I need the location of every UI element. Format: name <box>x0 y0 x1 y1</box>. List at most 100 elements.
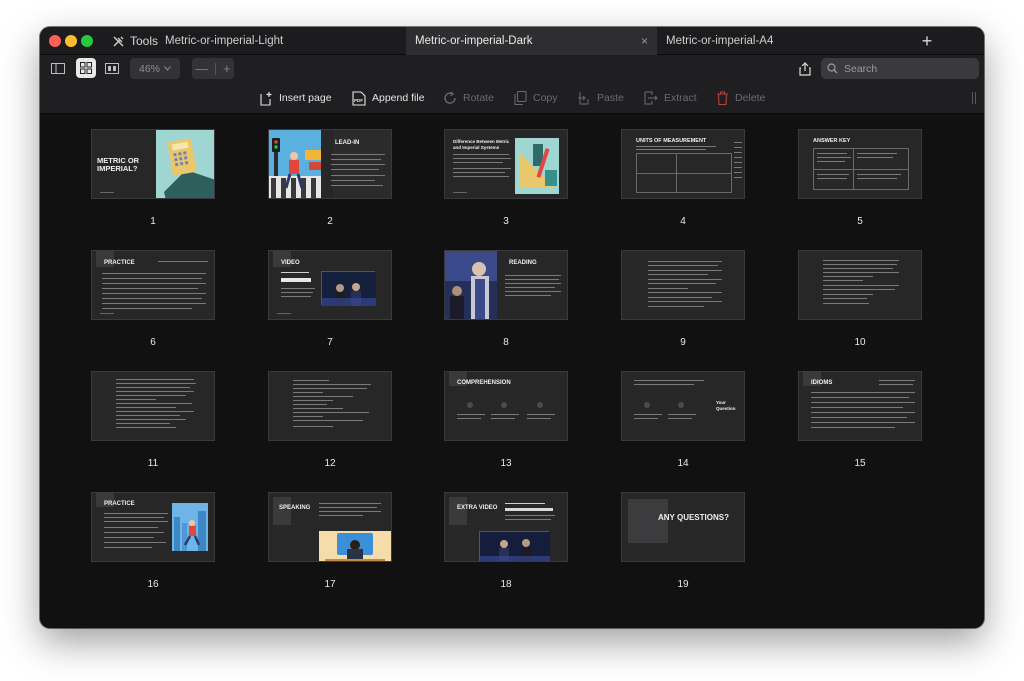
page-actions-toolbar: Insert page PDF Append file Rotate Copy … <box>40 83 984 114</box>
slide-title: METRIC OR IMPERIAL? <box>97 156 140 173</box>
page-thumbnail-17[interactable]: SPEAKING <box>268 492 392 562</box>
video-thumbnail <box>321 271 376 306</box>
app-window: Tools Metric-or-imperial-Light Metric-or… <box>40 27 984 628</box>
slide-title: EXTRA VIDEO <box>457 505 498 511</box>
page-number: 13 <box>500 458 512 469</box>
page-thumbnail-18[interactable]: EXTRA VIDEO <box>444 492 568 562</box>
page-thumbnail-4[interactable]: UNITS OF MEASUREMENT <box>621 129 745 199</box>
page-thumbnail-6[interactable]: PRACTICE <box>91 250 215 320</box>
zoom-stepper[interactable]: — + <box>192 58 234 79</box>
paste-button[interactable]: Paste <box>577 87 624 109</box>
page-number: 5 <box>857 216 863 227</box>
delete-label: Delete <box>735 92 766 104</box>
zoom-out-button[interactable]: — <box>195 61 208 76</box>
single-page-icon <box>105 62 119 74</box>
share-icon <box>799 62 811 76</box>
page-grid: METRIC OR IMPERIAL? 1 LEAD-IN 2 Differen… <box>40 115 984 628</box>
tab-label: Metric-or-imperial-Dark <box>415 35 533 47</box>
close-tab-icon[interactable]: × <box>641 34 648 48</box>
page-thumbnail-12[interactable] <box>268 371 392 441</box>
trash-icon <box>717 91 728 105</box>
copy-button[interactable]: Copy <box>514 87 558 109</box>
zoom-select[interactable]: 46% <box>130 58 180 79</box>
zoom-in-button[interactable]: + <box>223 61 231 76</box>
tools-label: Tools <box>130 34 159 48</box>
close-window-button[interactable] <box>49 35 61 47</box>
grid-icon <box>80 62 92 74</box>
search-placeholder: Search <box>844 62 878 75</box>
page-number: 12 <box>324 458 336 469</box>
page-thumbnail-7[interactable]: VIDEO <box>268 250 392 320</box>
copy-label: Copy <box>533 92 558 104</box>
ruler-illustration <box>515 138 559 194</box>
page-number: 2 <box>327 216 333 227</box>
sidebar-icon <box>51 62 65 74</box>
copy-icon <box>514 91 527 105</box>
tab-label: Metric-or-imperial-Light <box>165 35 284 47</box>
search-input[interactable]: Search <box>821 58 979 79</box>
page-view-button[interactable] <box>102 58 122 78</box>
page-number: 15 <box>854 458 866 469</box>
page-number: 19 <box>677 579 689 590</box>
page-thumbnail-8[interactable]: READING <box>444 250 568 320</box>
page-number: 9 <box>680 337 686 348</box>
tab-metric-or-imperial-a4[interactable]: Metric-or-imperial-A4 <box>656 27 906 55</box>
page-number: 11 <box>147 458 159 469</box>
search-icon <box>827 63 838 74</box>
tools-icon <box>112 35 125 48</box>
extract-label: Extract <box>664 92 697 104</box>
crosswalk-illustration <box>269 130 321 198</box>
page-number: 16 <box>147 579 159 590</box>
slide-title: SPEAKING <box>279 505 311 511</box>
sidebar-toggle-button[interactable] <box>48 58 68 78</box>
tab-metric-or-imperial-light[interactable]: Metric-or-imperial-Light <box>156 27 406 55</box>
insert-page-icon <box>260 91 272 106</box>
insert-page-label: Insert page <box>279 92 332 104</box>
page-thumbnail-2[interactable]: LEAD-IN <box>268 129 392 199</box>
page-number: 1 <box>150 216 156 227</box>
delete-button[interactable]: Delete <box>716 87 765 109</box>
extract-icon <box>644 91 658 105</box>
slide-title: ANSWER KEY <box>813 138 851 144</box>
slide-title: IDIOMS <box>811 380 833 386</box>
page-number: 3 <box>503 216 509 227</box>
slide-title: COMPREHENSION <box>457 380 511 386</box>
new-tab-button[interactable]: + <box>916 30 938 52</box>
page-thumbnail-3[interactable]: Difference Between Metric and Imperial S… <box>444 129 568 199</box>
page-thumbnail-14[interactable]: Your Question <box>621 371 745 441</box>
pdf-icon: PDF <box>352 90 366 106</box>
reading-photo <box>445 251 497 319</box>
page-thumbnail-1[interactable]: METRIC OR IMPERIAL? <box>91 129 215 199</box>
page-thumbnail-16[interactable]: PRACTICE <box>91 492 215 562</box>
slide-title: PRACTICE <box>104 501 135 507</box>
insert-page-button[interactable]: Insert page <box>260 87 332 109</box>
tools-button[interactable]: Tools <box>112 27 158 55</box>
extract-button[interactable]: Extract <box>644 87 697 109</box>
share-button[interactable] <box>796 59 814 79</box>
page-number: 10 <box>854 337 866 348</box>
rotate-icon <box>444 91 456 104</box>
page-thumbnail-10[interactable] <box>798 250 922 320</box>
zoom-window-button[interactable] <box>81 35 93 47</box>
page-number: 8 <box>503 337 509 348</box>
page-thumbnail-11[interactable] <box>91 371 215 441</box>
page-thumbnail-19[interactable]: ANY QUESTIONS? <box>621 492 745 562</box>
paste-icon <box>578 92 589 105</box>
minimize-window-button[interactable] <box>65 35 77 47</box>
page-thumbnail-9[interactable] <box>621 250 745 320</box>
grid-view-button[interactable] <box>76 58 96 78</box>
page-thumbnail-13[interactable]: COMPREHENSION <box>444 371 568 441</box>
slide-title: LEAD-IN <box>335 140 360 146</box>
tab-metric-or-imperial-dark[interactable]: Metric-or-imperial-Dark × <box>406 27 656 55</box>
toolbar-resize-handle[interactable] <box>972 92 976 104</box>
append-file-button[interactable]: PDF Append file <box>352 87 425 109</box>
page-thumbnail-15[interactable]: IDIOMS <box>798 371 922 441</box>
page-number: 18 <box>500 579 512 590</box>
svg-text:PDF: PDF <box>354 98 363 103</box>
paste-label: Paste <box>597 92 624 104</box>
rotate-label: Rotate <box>463 92 494 104</box>
slide-title: UNITS OF MEASUREMENT <box>636 138 707 144</box>
rotate-button[interactable]: Rotate <box>443 87 494 109</box>
page-thumbnail-5[interactable]: ANSWER KEY <box>798 129 922 199</box>
slide-title: Difference Between Metric and Imperial S… <box>453 139 510 150</box>
